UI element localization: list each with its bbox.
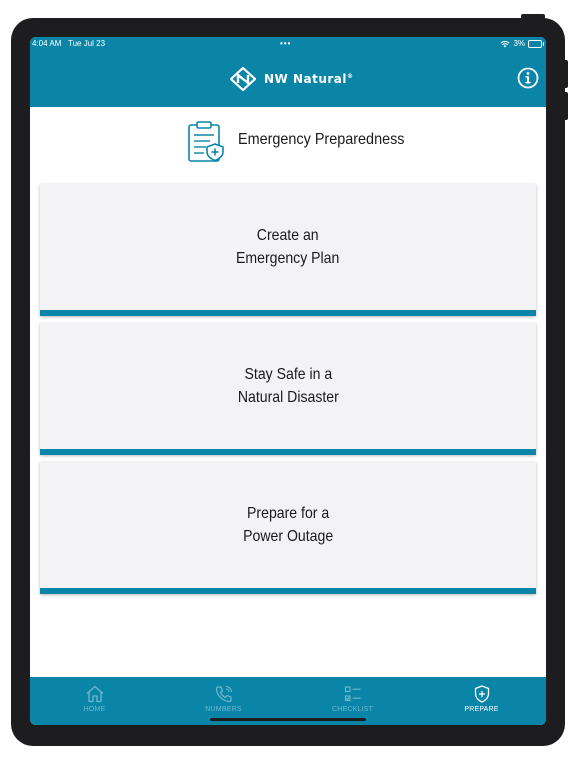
app-screen: 4:04 AM Tue Jul 23 ••• 3% NW Natural® Em…	[30, 37, 546, 725]
device-volume-down-button	[563, 92, 568, 120]
status-date: Tue Jul 23	[68, 39, 106, 48]
nw-natural-logo-icon	[230, 67, 256, 91]
battery-icon	[528, 40, 544, 48]
status-bar: 4:04 AM Tue Jul 23 ••• 3%	[30, 37, 546, 51]
home-icon	[86, 685, 103, 703]
phone-icon	[215, 685, 232, 703]
page-title: Emergency Preparedness	[238, 131, 405, 148]
tab-home[interactable]: HOME	[30, 677, 159, 725]
info-icon[interactable]	[517, 67, 539, 89]
home-indicator[interactable]	[210, 718, 366, 721]
card-label: Create an Emergency Plan	[236, 227, 340, 267]
natural-disaster-card[interactable]: Stay Safe in a Natural Disaster	[40, 323, 536, 455]
power-outage-card[interactable]: Prepare for a Power Outage	[40, 462, 536, 594]
battery-percent: 3%	[513, 39, 525, 48]
tab-label: CHECKLIST	[331, 706, 374, 713]
status-time: 4:04 AM	[32, 39, 62, 48]
device-top-button	[521, 14, 545, 20]
tab-label: HOME	[83, 706, 106, 713]
device-volume-up-button	[563, 60, 568, 88]
wifi-icon	[500, 41, 511, 48]
tab-prepare[interactable]: PREPARE	[417, 677, 546, 725]
app-header: NW Natural®	[30, 51, 546, 107]
brand-logo: NW Natural®	[230, 67, 354, 91]
create-emergency-plan-card[interactable]: Create an Emergency Plan	[40, 184, 536, 316]
card-label: Stay Safe in a Natural Disaster	[237, 366, 339, 406]
clipboard-shield-icon	[188, 121, 224, 162]
checklist-icon	[344, 686, 360, 702]
multitasking-dots[interactable]: •••	[280, 37, 291, 51]
page-title-row: Emergency Preparedness	[30, 107, 546, 183]
card-label: Prepare for a Power Outage	[242, 505, 334, 545]
brand-name: NW Natural®	[264, 72, 354, 86]
shield-plus-icon	[474, 685, 489, 703]
status-indicators: 3%	[500, 37, 544, 51]
tab-label: NUMBERS	[205, 706, 242, 713]
tab-label: PREPARE	[464, 706, 499, 713]
